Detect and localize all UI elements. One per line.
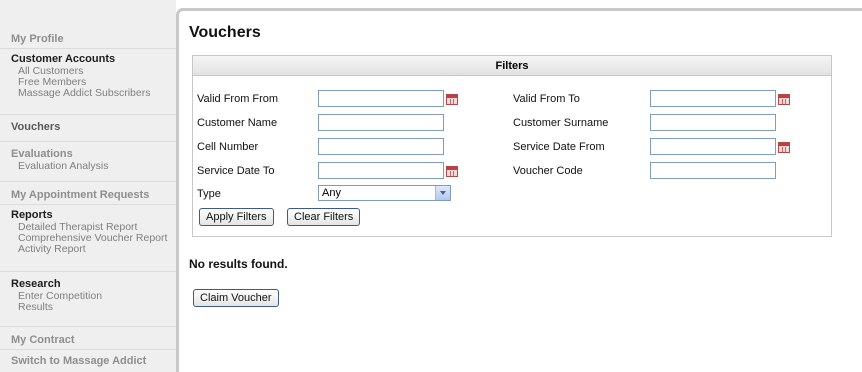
sidebar-section-research: Research Enter Competition Results: [0, 278, 176, 313]
valid-from-to-input[interactable]: [650, 90, 776, 107]
valid-from-to-label: Valid From To: [513, 93, 580, 105]
calendar-icon[interactable]: [778, 142, 790, 153]
sidebar-my-profile[interactable]: My Profile: [0, 33, 176, 46]
sidebar: My Profile Customer Accounts All Custome…: [0, 0, 176, 372]
voucher-code-input[interactable]: [650, 162, 776, 179]
sidebar-item-my-contract[interactable]: My Contract: [0, 334, 176, 347]
sidebar-vouchers: Vouchers: [0, 121, 176, 134]
sidebar-item-results[interactable]: Results: [0, 302, 176, 313]
sidebar-switch: Switch to Massage Addict: [0, 355, 176, 368]
calendar-icon[interactable]: [446, 166, 458, 177]
calendar-icon[interactable]: [446, 94, 458, 105]
apply-filters-button[interactable]: Apply Filters: [199, 208, 274, 226]
sidebar-item-vouchers[interactable]: Vouchers: [0, 121, 176, 134]
customer-surname-label: Customer Surname: [513, 117, 609, 129]
sidebar-divider: [0, 114, 176, 115]
clear-filters-button[interactable]: Clear Filters: [287, 208, 361, 226]
service-date-to-label: Service Date To: [197, 165, 275, 177]
sidebar-divider: [0, 141, 176, 142]
voucher-code-label: Voucher Code: [513, 165, 583, 177]
no-results-message: No results found.: [189, 257, 288, 271]
main-panel: Vouchers Filters Valid From From Valid F…: [176, 8, 862, 372]
customer-name-label: Customer Name: [197, 117, 278, 129]
customer-surname-input[interactable]: [650, 114, 776, 131]
cell-number-input[interactable]: [318, 138, 444, 155]
sidebar-divider: [0, 204, 176, 205]
claim-voucher-button[interactable]: Claim Voucher: [193, 289, 279, 307]
type-label: Type: [197, 188, 221, 200]
sidebar-item-massage-addict-subscribers[interactable]: Massage Addict Subscribers: [0, 88, 176, 99]
sidebar-divider: [0, 326, 176, 327]
valid-from-from-label: Valid From From: [197, 93, 279, 105]
service-date-from-input[interactable]: [650, 138, 776, 155]
sidebar-my-contract: My Contract: [0, 334, 176, 347]
service-date-from-label: Service Date From: [513, 141, 605, 153]
customer-name-input[interactable]: [318, 114, 444, 131]
service-date-to-input[interactable]: [318, 162, 444, 179]
sidebar-item-switch-to-massage-addict[interactable]: Switch to Massage Addict: [0, 355, 176, 368]
valid-from-from-input[interactable]: [318, 90, 444, 107]
sidebar-divider: [0, 181, 176, 182]
type-select-value: Any: [322, 187, 341, 199]
sidebar-divider: [0, 48, 176, 49]
sidebar-section-evaluations: Evaluations Evaluation Analysis: [0, 148, 176, 172]
sidebar-appointment-requests: My Appointment Requests: [0, 189, 176, 202]
sidebar-item-evaluation-analysis[interactable]: Evaluation Analysis: [0, 161, 176, 172]
calendar-icon[interactable]: [778, 94, 790, 105]
page-title: Vouchers: [189, 24, 261, 41]
sidebar-section-reports: Reports Detailed Therapist Report Compre…: [0, 209, 176, 255]
filters-header: Filters: [193, 56, 831, 76]
type-select[interactable]: Any: [318, 185, 451, 201]
sidebar-section-customer-accounts: Customer Accounts All Customers Free Mem…: [0, 53, 176, 99]
sidebar-item-activity-report[interactable]: Activity Report: [0, 244, 176, 255]
cell-number-label: Cell Number: [197, 141, 259, 153]
sidebar-item-my-profile[interactable]: My Profile: [0, 33, 176, 46]
chevron-down-icon[interactable]: [435, 186, 450, 200]
sidebar-divider: [0, 271, 176, 272]
sidebar-divider: [0, 349, 176, 350]
filters-panel: Filters Valid From From Valid From To Cu…: [192, 55, 832, 237]
sidebar-item-appointment-requests[interactable]: My Appointment Requests: [0, 189, 176, 202]
